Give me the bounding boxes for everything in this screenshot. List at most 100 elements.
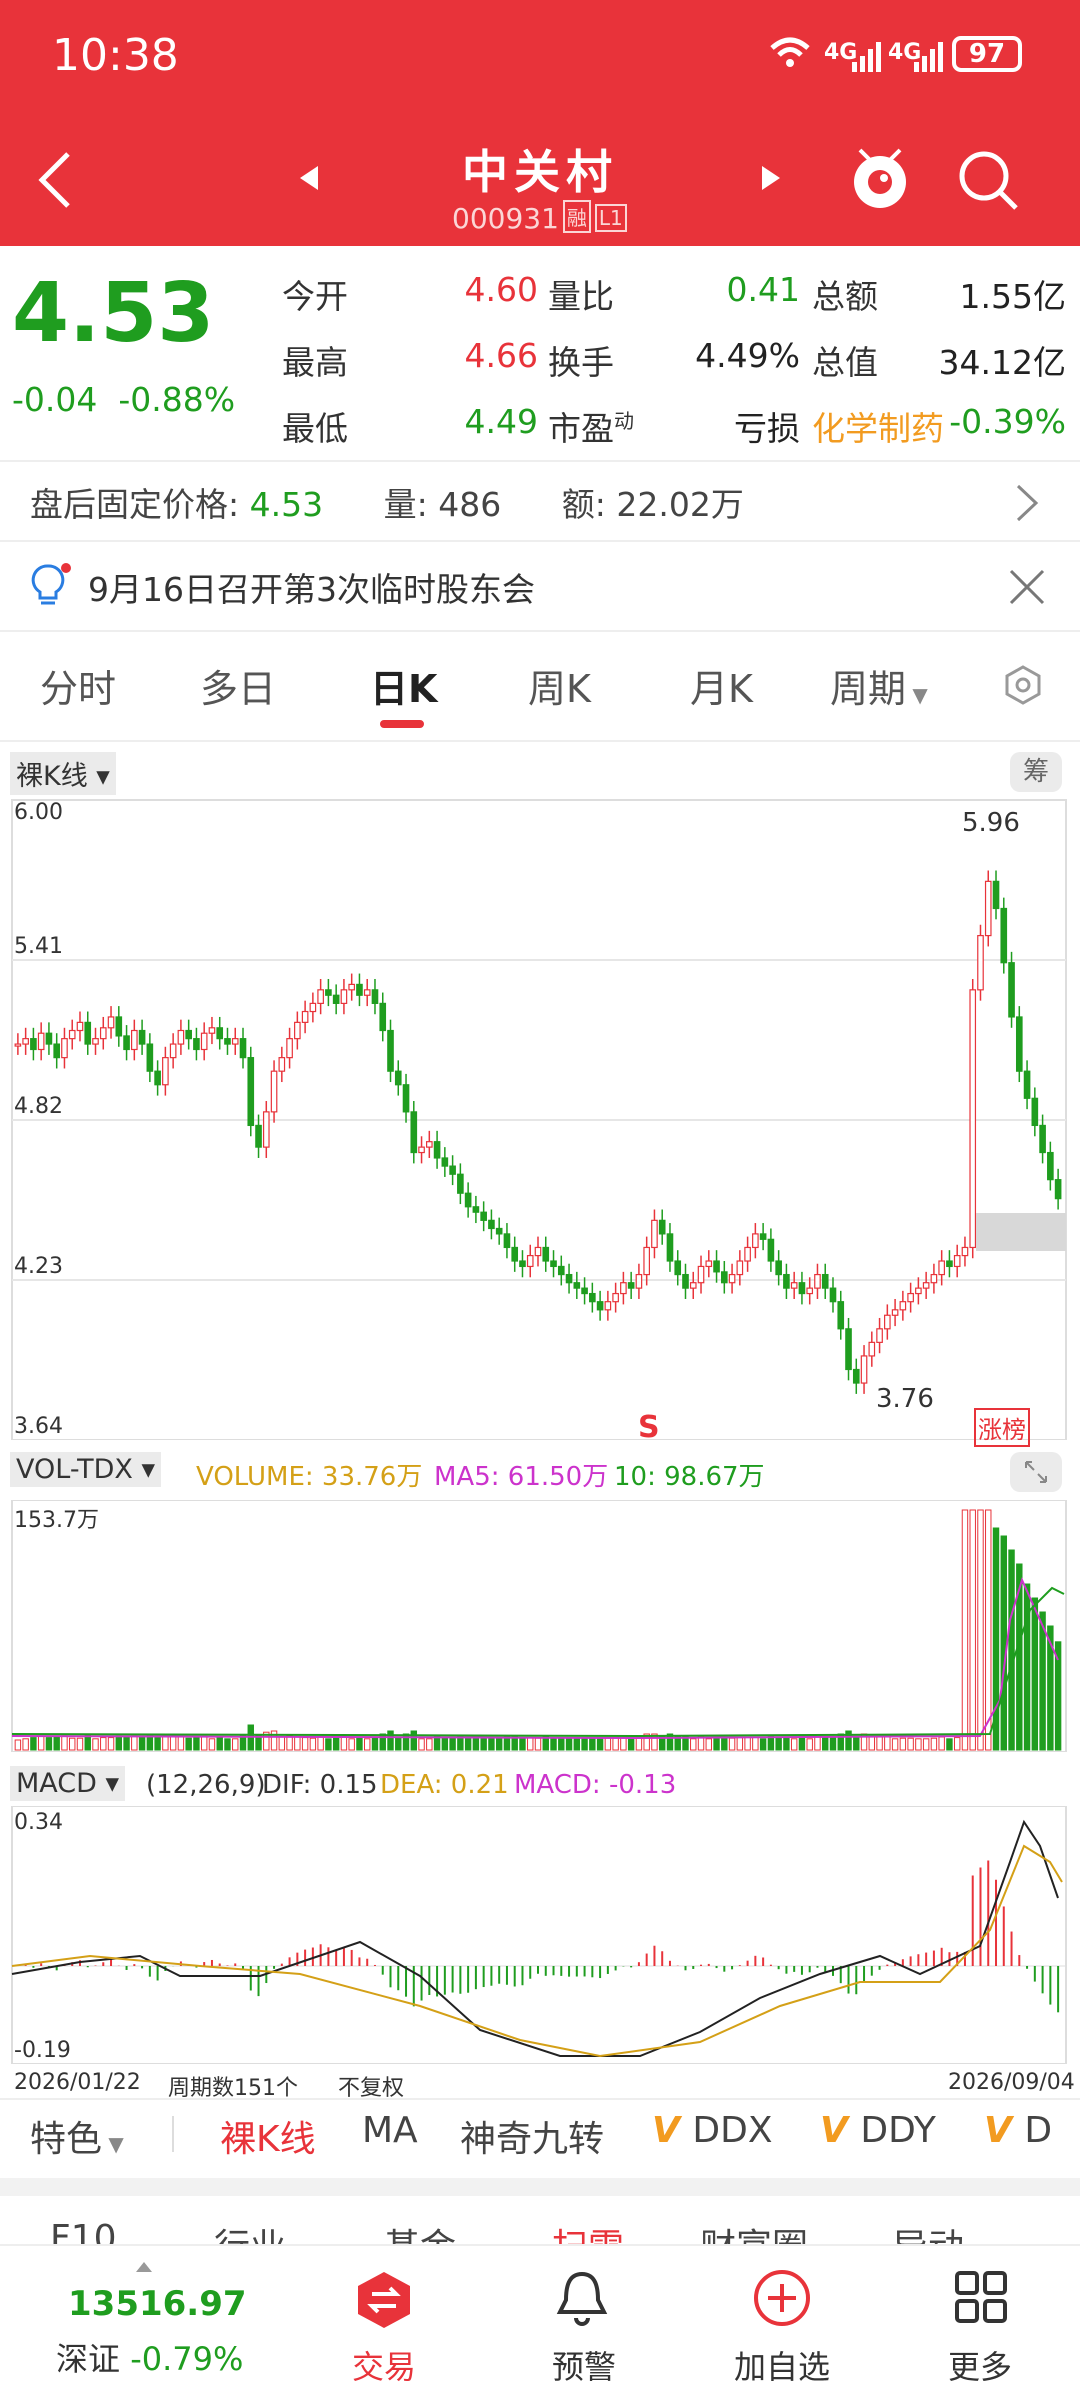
indicator-featured[interactable]: 特色 ▼ (30, 2110, 124, 2162)
sector-change: -0.39% (949, 402, 1066, 441)
tab-industry[interactable]: 行业 (214, 2218, 286, 2244)
open-label: 今开 (282, 277, 348, 316)
tab-period[interactable]: 周期 ▼ (830, 658, 928, 713)
stock-code-line: 000931 融 L1 (452, 200, 627, 235)
volume-bar (131, 1735, 138, 1751)
back-arrow-icon[interactable] (36, 150, 76, 210)
candle-body (884, 1314, 891, 1330)
kline-chart[interactable] (0, 798, 1080, 1440)
volume-bar (891, 1738, 899, 1751)
candle-body (200, 1032, 208, 1051)
add-watchlist-icon[interactable] (752, 2268, 812, 2328)
nav-more[interactable]: 更多 (900, 2342, 1060, 2388)
assistant-robot-icon[interactable] (848, 144, 912, 212)
limit-up-badge[interactable]: 涨榜 (974, 1408, 1030, 1447)
candle-body (107, 1016, 115, 1029)
change-percent: -0.88% (118, 380, 236, 419)
volume-bar (705, 1738, 713, 1751)
active-tab-indicator (380, 720, 424, 728)
tab-minesweep[interactable]: 扫雷 (552, 2218, 624, 2244)
notice-text[interactable]: 9月16日召开第3次临时股东会 (88, 563, 535, 611)
candle-body (1047, 1151, 1054, 1181)
pe-label: 市盈动 (548, 409, 634, 448)
indicator-bare-k[interactable]: 裸K线 (220, 2110, 316, 2162)
volume-bar (744, 1736, 751, 1751)
volume-bar (899, 1737, 907, 1751)
prev-stock-icon[interactable] (298, 164, 320, 192)
index-line[interactable]: 深证 -0.79% (56, 2334, 243, 2380)
candle-body (860, 1355, 868, 1384)
volume-bar (961, 1509, 969, 1751)
afterhours-price-label: 盘后固定价格: (30, 485, 240, 524)
candle-body (992, 880, 1000, 910)
high-label: 最高 (282, 343, 348, 382)
indicator-ma[interactable]: MA (362, 2110, 418, 2151)
volume-bar (822, 1736, 829, 1751)
volume-indicator-selector[interactable]: VOL-TDX ▾ (10, 1452, 161, 1487)
expand-icon[interactable] (1010, 1452, 1062, 1492)
settings-hex-icon[interactable] (1002, 664, 1044, 706)
candle-body (76, 1021, 84, 1032)
index-value[interactable]: 13516.97 (68, 2284, 247, 2324)
candle-body (30, 1038, 37, 1051)
afterhours-bar[interactable]: 盘后固定价格: 4.53 量: 486 额: 22.02万 (30, 478, 744, 526)
afterhours-vol: 486 (438, 485, 502, 524)
macd-indicator-selector[interactable]: MACD ▾ (10, 1766, 126, 1801)
volume-bar (208, 1738, 216, 1751)
close-icon[interactable] (1008, 568, 1046, 606)
candle-body (868, 1341, 876, 1357)
y-tick-2: 5.41 (14, 934, 63, 959)
candle-body (363, 989, 371, 996)
macd-dif: DIF: 0.15 (262, 1770, 378, 1800)
search-icon[interactable] (956, 148, 1020, 212)
volume-bar (363, 1738, 371, 1751)
volume-bar (53, 1736, 60, 1751)
chip-distribution-button[interactable]: 筹 (1010, 752, 1062, 792)
indicator-ddx[interactable]: V DDX (652, 2110, 773, 2151)
nav-trade[interactable]: 交易 (304, 2342, 464, 2388)
candle-body (301, 1010, 309, 1023)
candle-body (915, 1287, 922, 1295)
volume-bar (177, 1736, 185, 1751)
indicator-magic-nine[interactable]: 神奇九转 (460, 2110, 604, 2162)
candle-body (589, 1292, 596, 1303)
kline-type-selector[interactable]: 裸K线 ▾ (10, 752, 116, 795)
candle-body (829, 1287, 837, 1303)
tab-weekly-k[interactable]: 周K (528, 658, 591, 713)
chevron-right-icon[interactable] (1014, 482, 1040, 524)
volume-bar (294, 1735, 301, 1751)
tab-intraday[interactable]: 分时 (40, 658, 116, 713)
tab-multiday[interactable]: 多日 (200, 658, 276, 713)
candle-body (418, 1146, 425, 1154)
tab-unusual[interactable]: 异动 (892, 2218, 964, 2244)
nav-add-watchlist[interactable]: 加自选 (702, 2342, 862, 2388)
sector-name[interactable]: 化学制药 (812, 402, 944, 450)
indicator-d[interactable]: V D (984, 2110, 1052, 2151)
candle-body (635, 1273, 643, 1289)
macd-dea-line (11, 1844, 1063, 2058)
candle-body (394, 1070, 402, 1086)
tab-wealth-circle[interactable]: 财富圈 (700, 2218, 808, 2244)
nav-alert[interactable]: 预警 (504, 2342, 664, 2388)
candle-body (821, 1273, 829, 1289)
tab-fund[interactable]: 基金 (384, 2218, 456, 2244)
candle-body (612, 1292, 619, 1303)
candle-body (294, 1021, 301, 1040)
level1-tag: L1 (594, 204, 627, 232)
tab-daily-k[interactable]: 日K (370, 658, 437, 713)
tab-f10[interactable]: F10 (50, 2218, 117, 2244)
tab-monthly-k[interactable]: 月K (690, 658, 753, 713)
grid-more-icon[interactable] (954, 2270, 1008, 2324)
trade-icon[interactable] (356, 2270, 412, 2330)
y-tick-3: 4.82 (14, 1094, 63, 1119)
next-stock-icon[interactable] (760, 164, 782, 192)
bell-icon[interactable] (556, 2270, 608, 2328)
last-price: 4.53 (12, 266, 215, 361)
macd-params: (12,26,9) (146, 1770, 266, 1800)
volume-bar (185, 1737, 192, 1751)
candle-body (270, 1070, 278, 1113)
candle-body (433, 1141, 441, 1159)
volume-bar (1000, 1535, 1007, 1751)
candle-body (837, 1301, 845, 1330)
indicator-ddy[interactable]: V DDY (820, 2110, 936, 2151)
